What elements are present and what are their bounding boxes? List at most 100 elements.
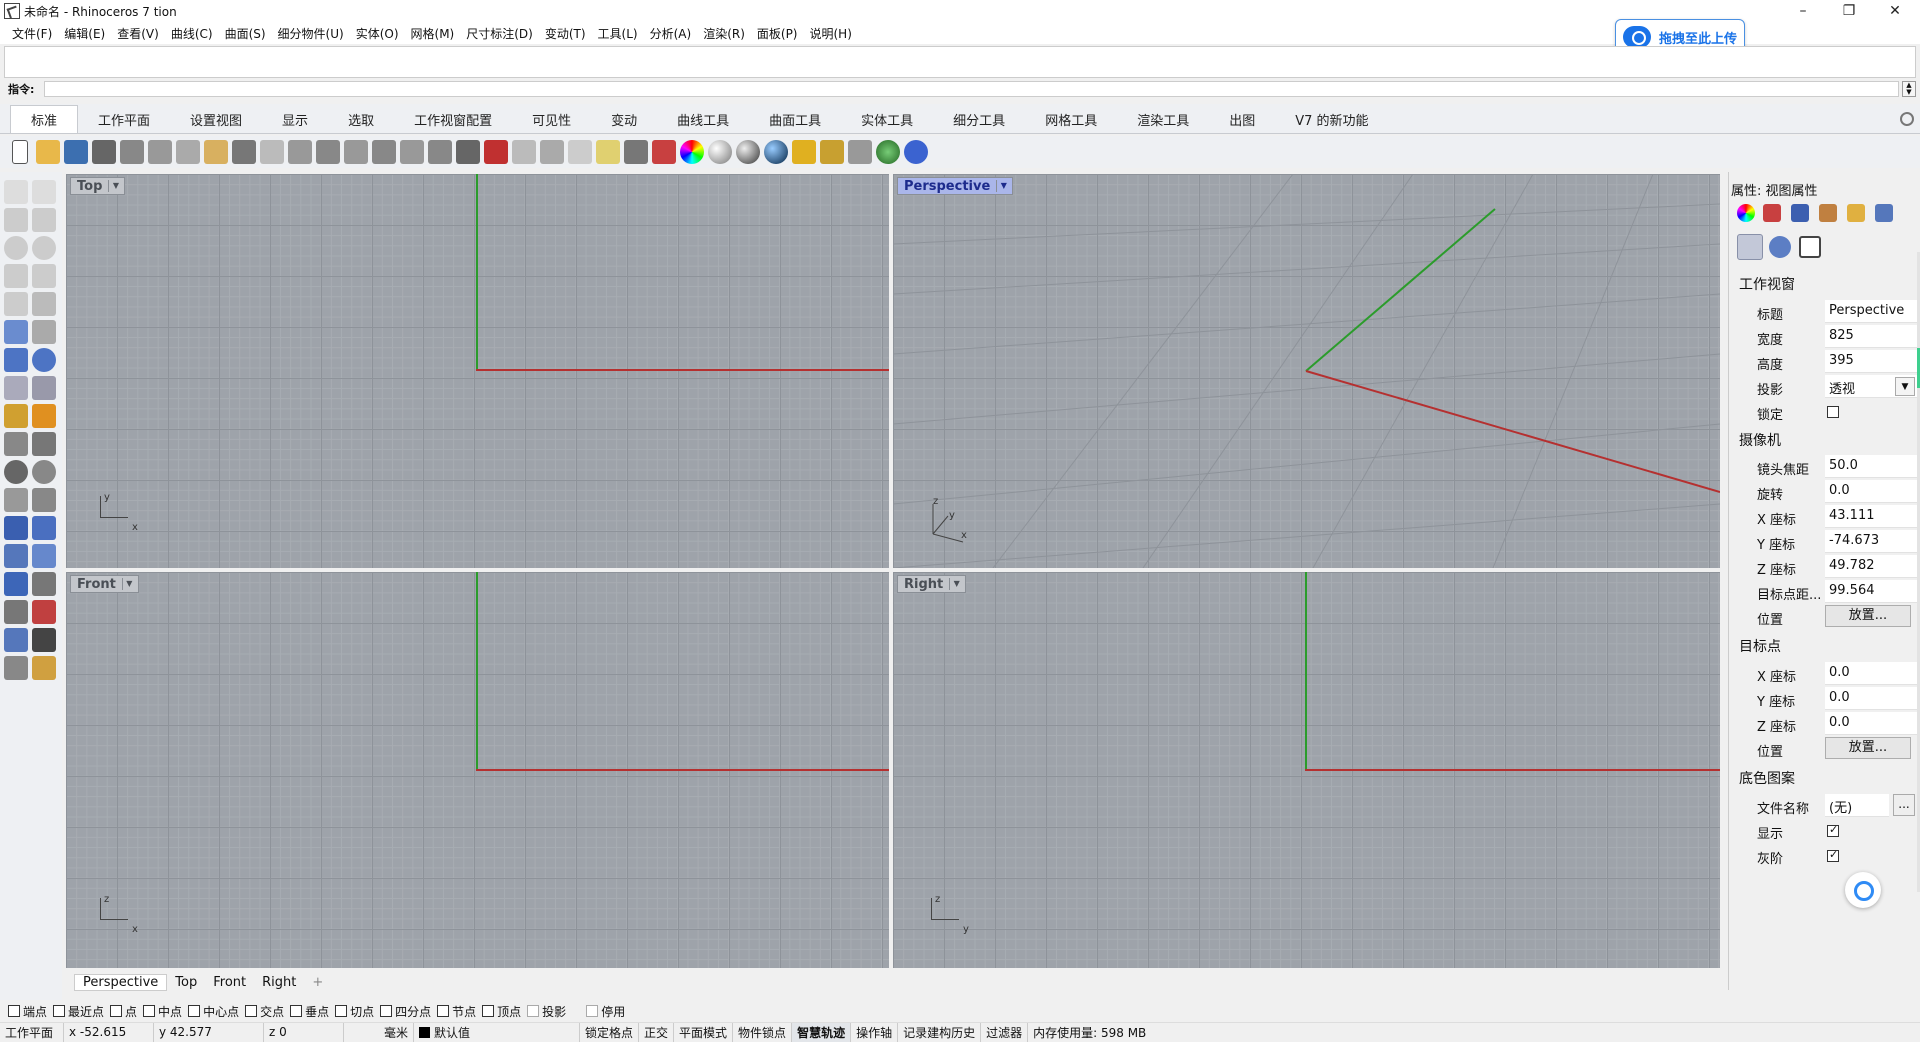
layer-icon[interactable] — [652, 140, 676, 164]
tab-drafting[interactable]: 出图 — [1209, 105, 1275, 133]
point-icon[interactable] — [32, 180, 56, 204]
ellipse-icon[interactable] — [32, 236, 56, 260]
open-file-icon[interactable] — [36, 140, 60, 164]
menu-edit[interactable]: 编辑(E) — [58, 25, 111, 42]
help-icon[interactable] — [904, 140, 928, 164]
menu-dimension[interactable]: 尺寸标注(D) — [460, 25, 539, 42]
named-view-icon[interactable] — [512, 140, 536, 164]
checkbox[interactable] — [245, 1005, 258, 1017]
check-icon[interactable] — [32, 628, 56, 652]
grid-snap-icon[interactable] — [568, 140, 592, 164]
polygon-icon[interactable] — [4, 264, 28, 288]
snap-vertex[interactable]: 顶点 — [482, 1003, 521, 1020]
boolean-icon[interactable] — [32, 348, 56, 372]
checkbox[interactable] — [8, 1005, 20, 1017]
material-icon[interactable] — [1737, 204, 1755, 222]
menu-help[interactable]: 说明(H) — [804, 25, 858, 42]
array-icon[interactable] — [4, 544, 28, 568]
menu-render[interactable]: 渲染(R) — [697, 25, 751, 42]
light-bulb-icon[interactable] — [596, 140, 620, 164]
align-icon[interactable] — [32, 572, 56, 596]
menu-solid[interactable]: 实体(O) — [350, 25, 405, 42]
viewport-right[interactable]: z y Right ▼ — [893, 572, 1720, 968]
vp-tab-top[interactable]: Top — [167, 975, 205, 990]
tgt-y-field[interactable]: 0.0 — [1825, 687, 1917, 710]
split-icon[interactable] — [32, 488, 56, 512]
snap-knot[interactable]: 节点 — [437, 1003, 476, 1020]
tab-transform[interactable]: 变动 — [591, 105, 657, 133]
undo-icon[interactable] — [232, 140, 256, 164]
scale-icon[interactable] — [32, 516, 56, 540]
add-viewport-tab[interactable]: + — [304, 975, 331, 990]
chevron-down-icon[interactable]: ▼ — [996, 180, 1010, 192]
tgt-x-field[interactable]: 0.0 — [1825, 662, 1917, 685]
snap-quad[interactable]: 四分点 — [380, 1003, 431, 1020]
status-layer[interactable]: 默认值 — [414, 1022, 580, 1042]
viewport-layout-icon[interactable] — [456, 140, 480, 164]
polyline-icon[interactable] — [4, 208, 28, 232]
circle-icon[interactable] — [4, 236, 28, 260]
filename-field[interactable]: (无) — [1825, 794, 1889, 817]
rotation-field[interactable]: 0.0 — [1825, 480, 1917, 503]
status-ortho[interactable]: 正交 — [639, 1022, 675, 1042]
snap-mid[interactable]: 中点 — [143, 1003, 182, 1020]
unroll-icon[interactable] — [4, 656, 28, 680]
orient-icon[interactable] — [32, 600, 56, 624]
block-icon[interactable] — [32, 460, 56, 484]
grid-array-icon[interactable] — [4, 600, 28, 624]
copy-icon[interactable] — [176, 140, 200, 164]
vp-tab-front[interactable]: Front — [205, 975, 254, 990]
display-icon[interactable] — [1875, 204, 1893, 222]
checkbox[interactable] — [188, 1005, 201, 1017]
gray-checkbox[interactable] — [1827, 848, 1839, 862]
snap-near[interactable]: 最近点 — [53, 1003, 104, 1020]
checkbox[interactable] — [527, 1005, 540, 1017]
tab-new-in-v7[interactable]: V7 的新功能 — [1275, 105, 1388, 133]
show-checkbox[interactable] — [1827, 823, 1839, 837]
height-field[interactable]: 395 — [1825, 350, 1917, 373]
viewport-right-label[interactable]: Right ▼ — [897, 575, 967, 593]
status-smarttrack[interactable]: 智慧轨迹 — [792, 1022, 852, 1042]
viewport-perspective-label[interactable]: Perspective ▼ — [897, 177, 1014, 195]
checkbox[interactable] — [110, 1005, 123, 1017]
status-units[interactable]: 毫米 — [344, 1022, 414, 1042]
chevron-down-icon[interactable]: ▼ — [1895, 377, 1915, 396]
tab-display[interactable]: 显示 — [262, 105, 328, 133]
paint-icon[interactable] — [32, 656, 56, 680]
checkbox[interactable] — [290, 1005, 303, 1017]
status-gumball[interactable]: 操作轴 — [851, 1022, 899, 1042]
checkbox[interactable] — [586, 1005, 599, 1017]
checkbox[interactable] — [380, 1005, 393, 1017]
layer-shield-icon[interactable] — [1763, 204, 1781, 222]
lock-icon[interactable] — [624, 140, 648, 164]
snap-tan[interactable]: 切点 — [335, 1003, 374, 1020]
assistant-float-button[interactable] — [1845, 872, 1881, 908]
status-filter[interactable]: 过滤器 — [981, 1022, 1029, 1042]
move-icon[interactable] — [4, 572, 28, 596]
checkbox[interactable] — [335, 1005, 348, 1017]
wallpaper-icon[interactable] — [1799, 236, 1821, 258]
tab-subd-tools[interactable]: 细分工具 — [933, 105, 1025, 133]
lock-checkbox[interactable] — [1827, 406, 1839, 418]
menu-curve[interactable]: 曲线(C) — [165, 25, 219, 42]
color-wheel-icon[interactable] — [680, 140, 704, 164]
object-icon[interactable] — [1791, 204, 1809, 222]
mirror-icon[interactable] — [32, 544, 56, 568]
cam-x-field[interactable]: 43.111 — [1825, 505, 1917, 528]
snap-project[interactable]: 投影 — [527, 1003, 566, 1020]
light-icon[interactable] — [4, 404, 28, 428]
viewport-top-label[interactable]: Top ▼ — [70, 177, 126, 195]
checkbox[interactable] — [53, 1005, 66, 1017]
menu-surface[interactable]: 曲面(S) — [219, 25, 272, 42]
trim-icon[interactable] — [4, 488, 28, 512]
tab-visibility[interactable]: 可见性 — [512, 105, 591, 133]
viewport-front[interactable]: z x Front ▼ — [66, 572, 889, 968]
status-planar[interactable]: 平面模式 — [674, 1022, 734, 1042]
width-field[interactable]: 825 — [1825, 325, 1917, 348]
box-icon[interactable] — [4, 348, 28, 372]
chevron-down-icon[interactable]: ▼ — [949, 578, 963, 590]
viewport-top[interactable]: y x Top ▼ — [66, 174, 889, 568]
zoom-window-icon[interactable] — [344, 140, 368, 164]
gear-icon[interactable] — [1900, 112, 1914, 126]
rotate-view-icon[interactable] — [428, 140, 452, 164]
